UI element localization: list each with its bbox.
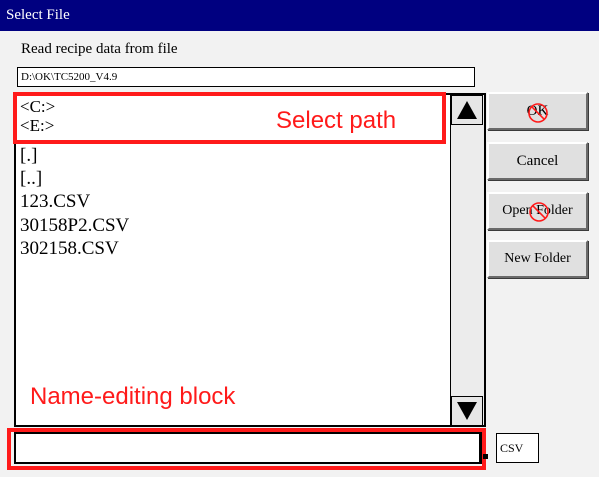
- file-item[interactable]: 123.CSV: [20, 191, 90, 213]
- folder-item-current[interactable]: [.]: [20, 145, 37, 167]
- current-path-field: D:\OK\TC5200_V4.9: [17, 67, 475, 87]
- extension-separator: [483, 454, 488, 459]
- select-path-annotation: Select path: [276, 107, 397, 134]
- no-entry-circle-icon: [529, 202, 549, 222]
- file-item[interactable]: 30158P2.CSV: [20, 215, 129, 237]
- file-item[interactable]: 302158.CSV: [20, 238, 119, 260]
- window-titlebar: Select File: [0, 0, 599, 31]
- extension-field: CSV: [496, 433, 539, 463]
- scroll-up-button[interactable]: [451, 95, 483, 125]
- window-title: Select File: [6, 7, 70, 23]
- triangle-up-icon: [457, 101, 477, 119]
- new-folder-button[interactable]: New Folder: [487, 240, 588, 278]
- dialog-prompt: Read recipe data from file: [21, 41, 178, 57]
- no-entry-circle-icon: [528, 103, 548, 123]
- name-editing-highlight: [7, 428, 486, 470]
- name-editing-annotation: Name-editing block: [30, 383, 236, 410]
- file-list-scrollbar[interactable]: [450, 95, 484, 425]
- cancel-button[interactable]: Cancel: [487, 142, 588, 180]
- triangle-down-icon: [457, 402, 477, 420]
- folder-item-parent[interactable]: [..]: [20, 168, 42, 190]
- scroll-down-button[interactable]: [451, 396, 483, 426]
